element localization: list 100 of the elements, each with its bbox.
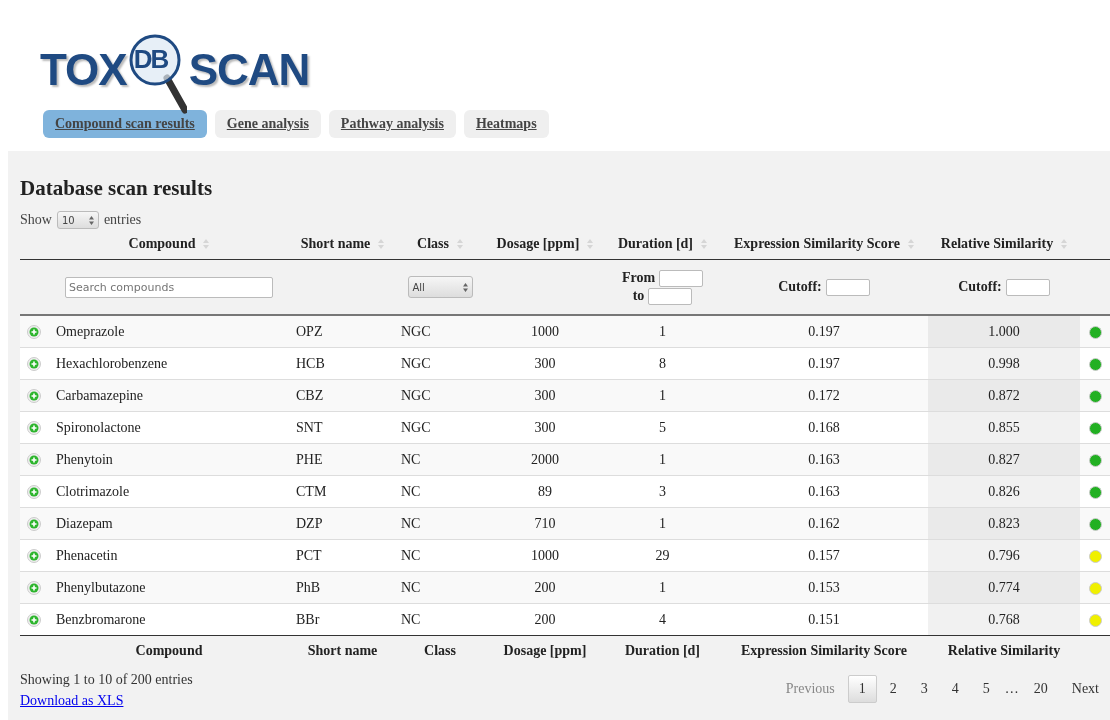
table-cell: 0.168: [808, 419, 840, 435]
column-footer: Class: [424, 643, 456, 658]
page-button[interactable]: 1: [847, 674, 877, 703]
table-cell: 0.855: [988, 419, 1020, 435]
entries-select[interactable]: 10: [56, 211, 99, 229]
table-cell: NGC: [401, 387, 431, 403]
table-cell: Carbamazepine: [56, 387, 144, 403]
page-button[interactable]: 5: [971, 674, 1001, 703]
from-field[interactable]: [659, 269, 704, 287]
table-cell: HCB: [296, 355, 325, 371]
table-cell: 1000: [531, 547, 559, 563]
table-cell: 0.151: [808, 611, 840, 627]
entries-label: entries: [103, 212, 142, 228]
expand-icon[interactable]: [27, 548, 41, 563]
table-cell: 0.172: [808, 387, 840, 403]
table-cell: 300: [534, 355, 556, 371]
column-header[interactable]: Dosage [ppm]: [496, 236, 580, 252]
download-link[interactable]: Download as XLS: [20, 693, 193, 709]
expand-icon[interactable]: [27, 356, 41, 371]
table-cell: 4: [659, 611, 666, 627]
table-cell: PhB: [296, 579, 321, 595]
table-cell: NC: [401, 547, 421, 563]
table-cell: 0.163: [808, 483, 840, 499]
column-header[interactable]: Short name: [300, 236, 371, 252]
expand-icon[interactable]: [27, 516, 41, 531]
table-cell: PHE: [296, 451, 323, 467]
table-cell: 0.796: [988, 547, 1020, 563]
table-cell: 0.197: [808, 355, 840, 371]
column-footer: Expression Similarity Score: [741, 643, 907, 658]
table-cell: 0.827: [988, 451, 1020, 467]
column-header[interactable]: Expression Similarity Score: [734, 236, 900, 252]
sort-icon: [203, 239, 210, 249]
logo-text: SCAN: [188, 48, 310, 92]
table-cell: 1000: [531, 323, 559, 339]
table-cell: Phenytoin: [56, 451, 113, 467]
search-field[interactable]: Search compounds: [65, 276, 273, 298]
table-cell: 1: [659, 579, 666, 595]
table-cell: 200: [534, 579, 556, 595]
table-cell: NC: [401, 483, 421, 499]
column-header[interactable]: Compound: [128, 236, 196, 252]
show-label: Show: [20, 212, 52, 228]
column-header[interactable]: Relative Similarity: [940, 236, 1054, 252]
table-cell: 89: [538, 483, 552, 499]
expand-icon[interactable]: [27, 452, 41, 467]
nav-tab[interactable]: Pathway analysis: [328, 110, 456, 138]
table-cell: 200: [534, 611, 556, 627]
column-header[interactable]: Duration [d]: [617, 236, 694, 252]
nav-tab[interactable]: Gene analysis: [214, 110, 321, 138]
nav-tab[interactable]: Heatmaps: [463, 110, 549, 138]
table-cell: 2000: [531, 451, 559, 467]
expand-icon[interactable]: [27, 612, 41, 627]
table-cell: 3: [659, 483, 666, 499]
table-cell: NGC: [401, 419, 431, 435]
table-cell: DZP: [296, 515, 323, 531]
table-cell: Phenacetin: [56, 547, 118, 563]
cutoff-field[interactable]: [825, 278, 870, 296]
table-cell: NGC: [401, 323, 431, 339]
table-cell: 300: [534, 387, 556, 403]
to-field[interactable]: [648, 287, 693, 305]
ellipsis: …: [1003, 680, 1020, 697]
column-footer: Compound: [135, 643, 203, 658]
page-button[interactable]: 4: [940, 674, 970, 703]
updown-arrows-icon: [88, 215, 94, 225]
expand-icon[interactable]: [27, 324, 41, 339]
expand-icon[interactable]: [27, 580, 41, 595]
page-button[interactable]: 20: [1022, 674, 1059, 703]
table-cell: 1.000: [988, 323, 1020, 339]
table-cell: 0.774: [988, 579, 1020, 595]
page-button[interactable]: 3: [909, 674, 939, 703]
class-select[interactable]: All: [407, 276, 473, 298]
cutoff-label: Cutoff:: [778, 279, 822, 295]
page-button[interactable]: 2: [878, 674, 908, 703]
table-cell: 0.162: [808, 515, 840, 531]
table-cell: 1: [659, 515, 666, 531]
cutoff-field[interactable]: [1005, 278, 1050, 296]
table-cell: 1: [659, 387, 666, 403]
table-cell: Omeprazole: [56, 323, 125, 339]
nav-tab[interactable]: Compound scan results: [43, 110, 207, 138]
table-cell: NC: [401, 451, 421, 467]
table-cell: 300: [534, 419, 556, 435]
sort-icon: [1061, 239, 1068, 249]
column-header[interactable]: Class: [417, 236, 449, 252]
table-cell: 0.823: [988, 515, 1020, 531]
table-cell: 0.153: [808, 579, 840, 595]
entries-info: Showing 1 to 10 of 200 entries: [20, 672, 193, 688]
table-cell: 5: [659, 419, 666, 435]
expand-icon[interactable]: [27, 388, 41, 403]
table-cell: 710: [534, 515, 556, 531]
expand-icon[interactable]: [27, 420, 41, 435]
next-button[interactable]: Next: [1060, 674, 1110, 703]
table-cell: 29: [655, 547, 670, 563]
column-footer: Dosage [ppm]: [503, 643, 587, 658]
from-label: From: [621, 270, 656, 286]
table-cell: 0.998: [988, 355, 1020, 371]
table-cell: 8: [659, 355, 666, 371]
expand-icon[interactable]: [27, 484, 41, 499]
column-footer: Short name: [307, 643, 378, 658]
table-cell: 0.197: [808, 323, 840, 339]
column-footer: Relative Similarity: [947, 643, 1061, 658]
table-cell: Hexachlorobenzene: [56, 355, 168, 371]
